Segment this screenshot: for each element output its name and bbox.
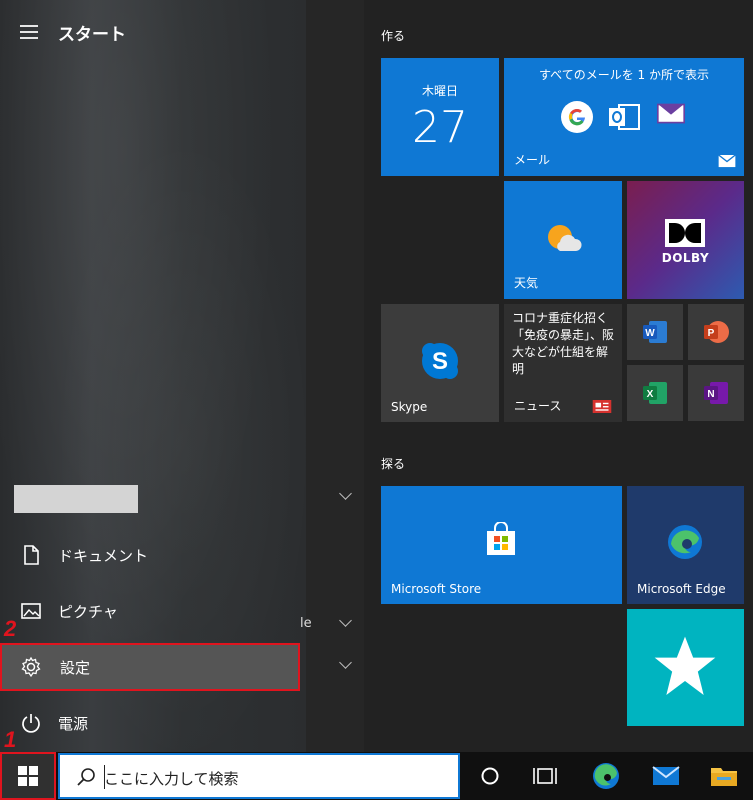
gear-icon [21,656,41,678]
outlook-icon [609,104,640,130]
app-list-strip [306,0,364,752]
menu-item-settings[interactable]: 設定 [0,643,300,691]
word-icon: W [643,321,667,343]
svg-text:W: W [645,328,655,339]
menu-item-label: 電源 [58,715,89,733]
taskbar-search-box[interactable]: ここに入力して検索 [58,753,460,799]
task-view-icon[interactable] [529,760,561,792]
calendar-day: 木曜日 [421,84,458,98]
powerpoint-icon: P [704,321,729,343]
news-tile-label: ニュース [514,399,562,413]
google-icon [561,101,593,133]
partly-sunny-icon [548,225,582,251]
step-number-1: 1 [4,727,17,752]
edge-taskbar-icon[interactable] [590,760,622,792]
calendar-tile[interactable]: 木曜日 27 [381,58,499,176]
store-bag-icon [487,522,515,555]
menu-item-power[interactable]: 電源 [0,699,300,747]
svg-text:X: X [647,389,654,400]
file-explorer-icon[interactable] [708,760,740,792]
edge-tile-label: Microsoft Edge [637,582,726,596]
cortana-icon[interactable] [474,760,506,792]
store-tile[interactable]: Microsoft Store [381,486,622,604]
mail-taskbar-icon[interactable] [650,760,682,792]
mail-headline: すべてのメールを 1 か所で表示 [539,68,709,82]
menu-item-label: ピクチャ [58,603,118,621]
pictures-icon [21,603,41,619]
menu-item-label: 設定 [60,659,91,677]
skype-tile-label: Skype [391,400,428,414]
user-account-redacted[interactable] [14,485,138,513]
svg-text:S: S [432,348,448,375]
word-tile[interactable]: W [627,304,683,360]
svg-text:P: P [708,328,715,339]
menu-item-pictures[interactable]: ピクチャ [0,587,300,635]
mail-badge-icon [718,155,736,168]
onenote-icon: N [704,382,728,404]
menu-item-documents[interactable]: ドキュメント [0,531,300,579]
search-icon [77,768,95,786]
svg-text:N: N [707,389,714,400]
store-tile-label: Microsoft Store [391,582,482,596]
star-icon [654,636,716,695]
edge-tile[interactable]: Microsoft Edge [627,486,744,604]
tile-group-create: 作る [381,29,406,43]
menu-item-label: ドキュメント [58,547,149,565]
dolby-tile[interactable]: DOLBY [627,181,744,299]
mail-tile[interactable]: すべてのメールを 1 か所で表示 メール [504,58,744,176]
onenote-tile[interactable]: N [688,365,744,421]
news-tile[interactable]: コロナ重症化招く「免疫の暴走」、阪大などが仕組を解明 ニュース [504,304,622,422]
start-button[interactable] [0,752,56,800]
calendar-date: 27 [412,102,468,153]
skype-icon: S [422,343,458,379]
excel-icon: X [643,382,667,404]
start-left-pane [0,0,306,752]
edge-icon [668,525,702,559]
news-headline: コロナ重症化招く「免疫の暴走」、阪大などが仕組を解明 [512,311,615,376]
power-icon [22,714,40,733]
powerpoint-tile[interactable]: P [688,304,744,360]
excel-tile[interactable]: X [627,365,683,421]
start-title: スタート [58,25,126,45]
teal-app-tile[interactable] [627,609,744,726]
mail-envelope-icon [657,103,685,124]
weather-tile-label: 天気 [514,276,539,290]
step-number-2: 2 [4,616,17,641]
document-icon [24,545,39,565]
app-list-partial-text: le [300,616,312,631]
mail-tile-label: メール [514,153,551,167]
search-placeholder: ここに入力して検索 [104,770,239,788]
skype-tile[interactable]: S Skype [381,304,499,422]
dolby-label: DOLBY [661,251,710,265]
news-badge-icon [592,400,612,413]
windows-logo-icon [18,766,38,786]
weather-tile[interactable]: 天気 [504,181,622,299]
tile-group-explore: 探る [381,457,406,471]
hamburger-menu-icon[interactable] [20,25,38,39]
dolby-logo-icon [665,219,705,247]
